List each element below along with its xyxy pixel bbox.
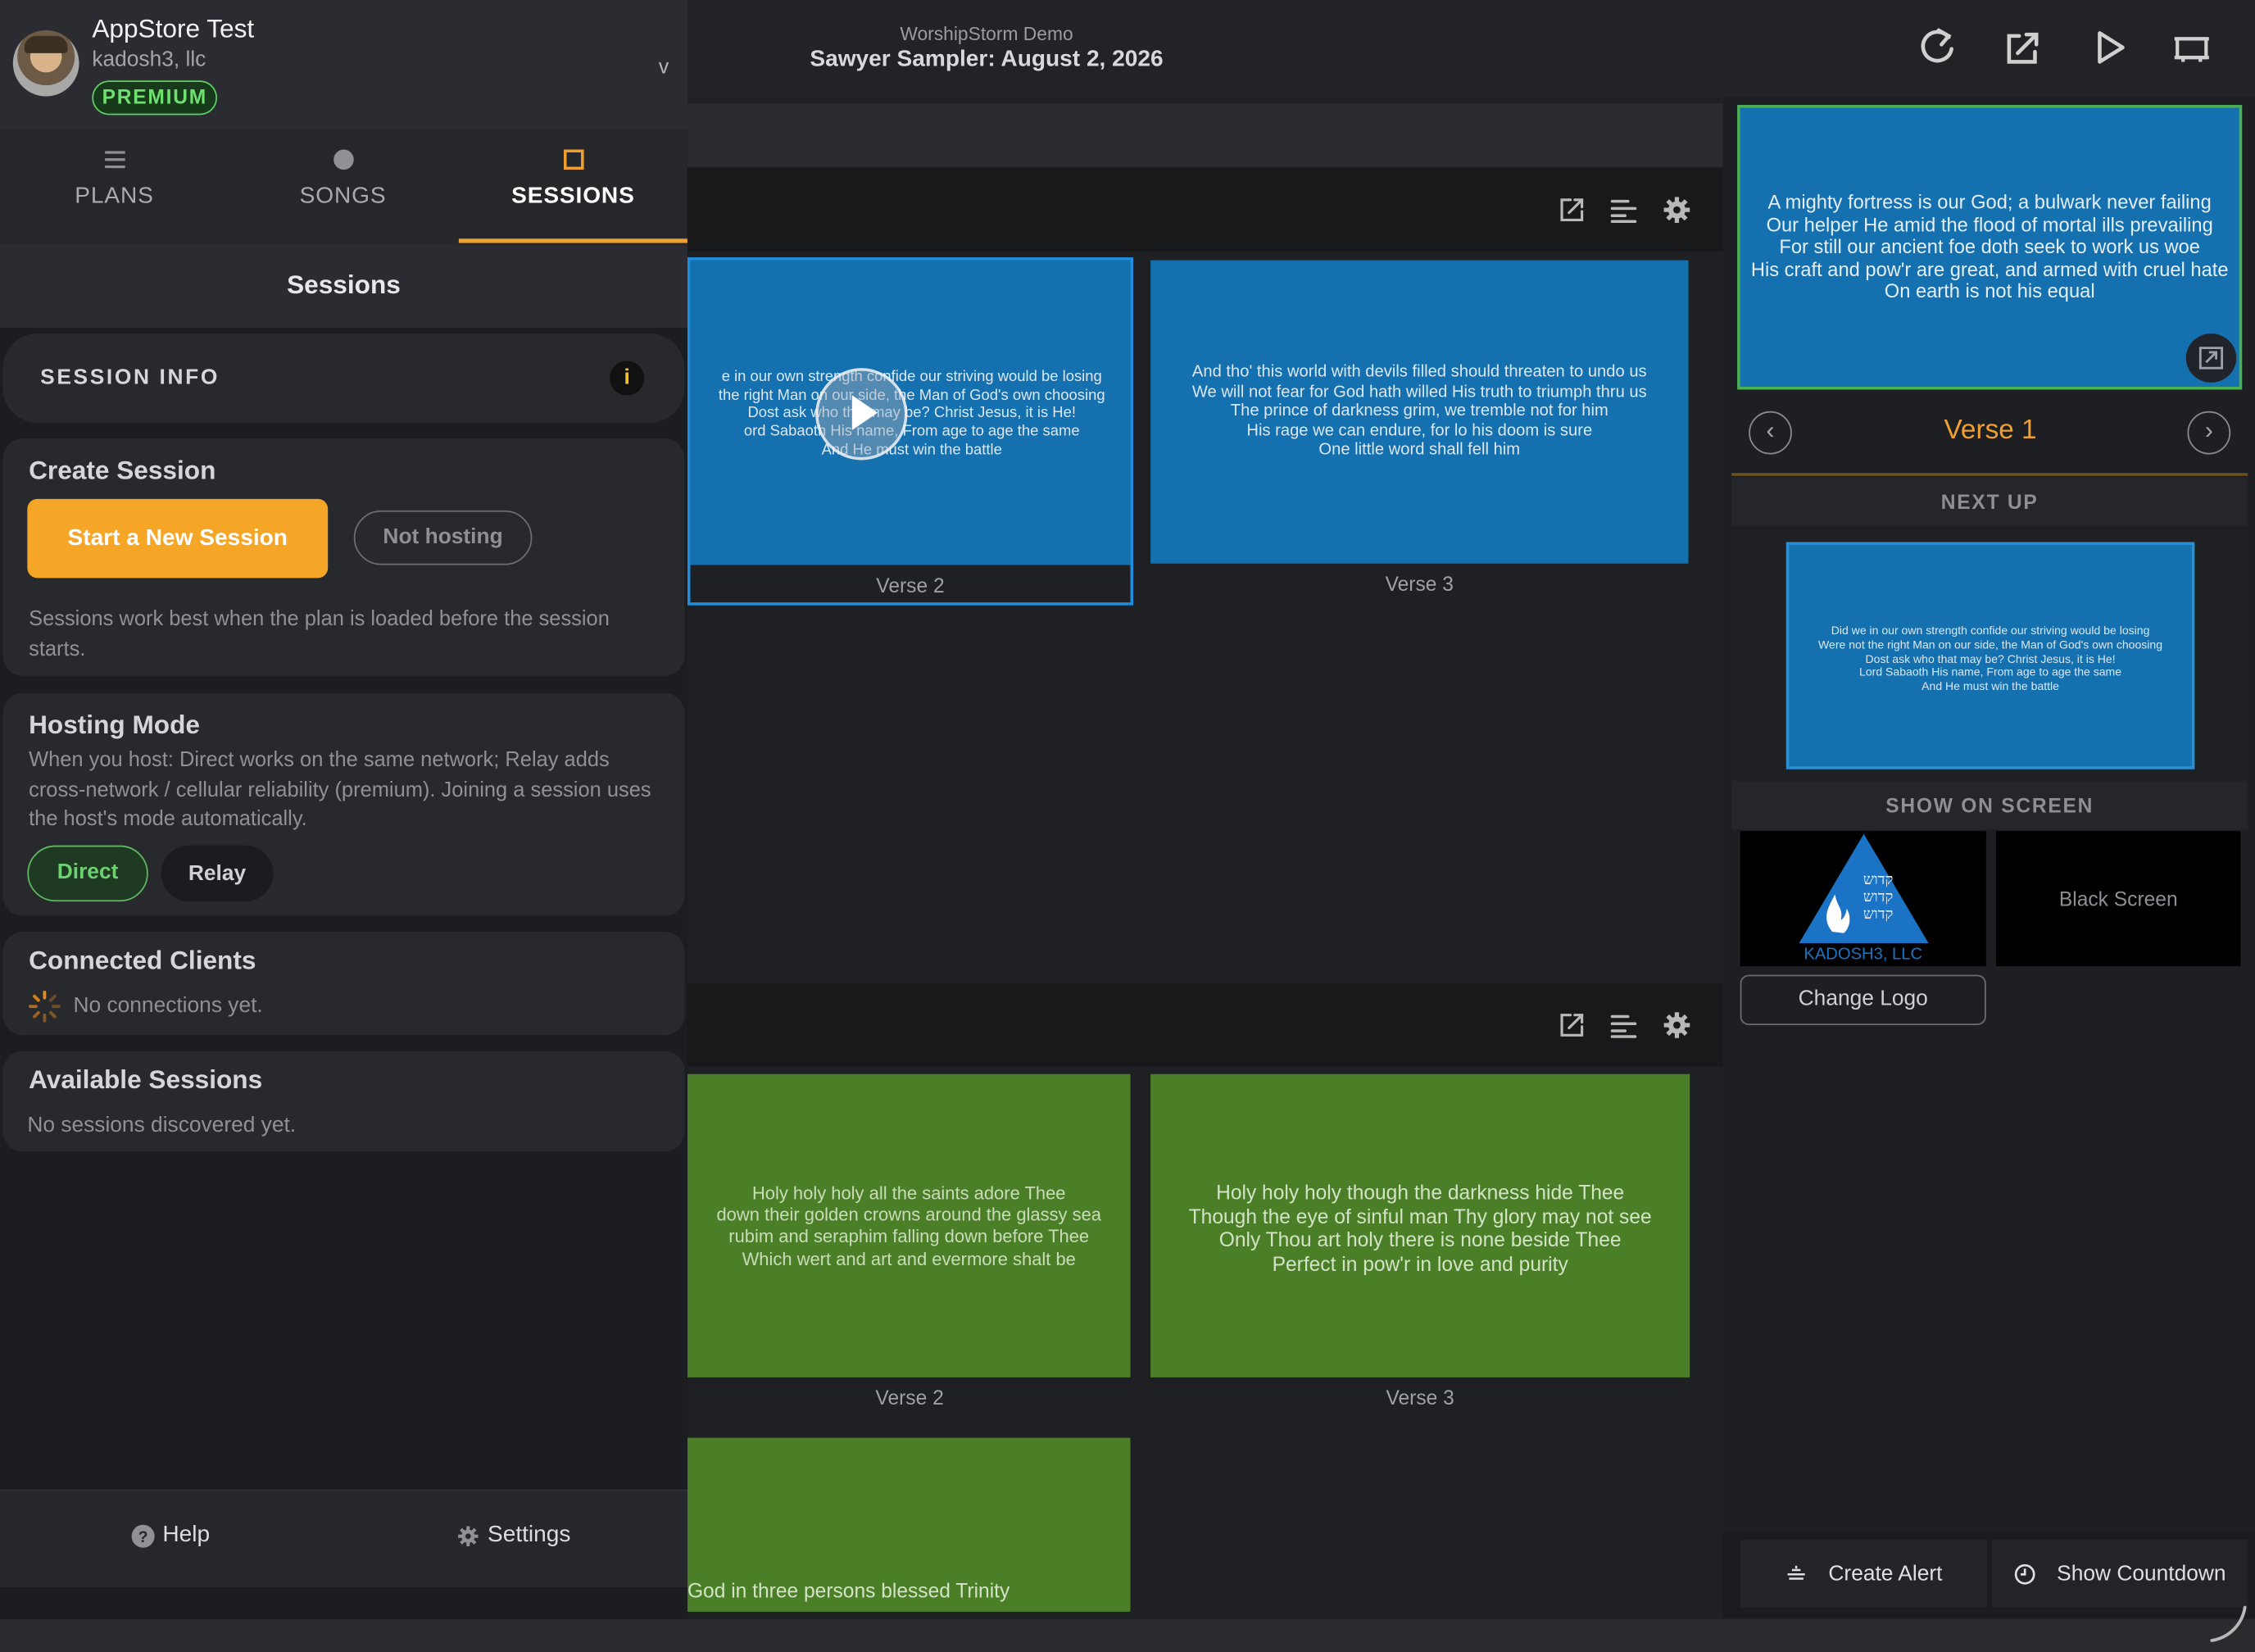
slide-card-selected[interactable]: e in our own strength confide our strivi… [687,257,1134,606]
logo-hebrew-text: קדוש קדוש קדוש [1863,871,1894,924]
play-overlay-icon[interactable] [815,368,908,461]
next-up-label: NEXT UP [1731,477,2248,527]
prev-slide-button[interactable]: ‹ [1749,411,1792,455]
svg-text:?: ? [138,1528,148,1545]
edit-song-icon[interactable] [1556,1010,1588,1042]
settings-label: Settings [487,1523,571,1547]
user-org: kadosh3, llc [92,47,206,72]
edit-external-icon[interactable] [1999,23,2045,72]
direct-mode-toggle[interactable]: Direct [27,845,148,902]
resize-handle-icon[interactable] [2206,1602,2249,1645]
expand-icon[interactable] [2185,334,2237,383]
tab-plans-label: PLANS [75,184,154,209]
help-label: Help [162,1523,211,1547]
tab-plans[interactable]: PLANS [0,129,229,244]
preview-lyrics: A mighty fortress is our God; a bulwark … [1750,191,2229,303]
no-sessions-text: No sessions discovered yet. [27,1113,297,1137]
logo-caption: KADOSH3, LLC [1804,946,1923,964]
refresh-icon[interactable] [1914,23,1960,72]
slide-caption: Verse 3 [1385,572,1454,596]
show-countdown-label: Show Countdown [2057,1561,2226,1586]
edit-song-icon[interactable] [1556,194,1588,226]
clock-icon [2015,1564,2035,1584]
slide-caption: Verse 2 [876,574,945,597]
slide-card[interactable]: God in three persons blessed Trinity [687,1437,1131,1612]
sidebar-tabs: PLANS SONGS SESSIONS [0,129,687,245]
hosting-status-badge: Not hosting [353,510,533,565]
slide-thumbnail: Holy holy holy all the saints adore Thee… [687,1073,1131,1377]
slide-card[interactable]: Holy holy holy all the saints adore Thee… [687,1073,1132,1421]
projector-icon[interactable] [2169,23,2215,72]
play-icon[interactable] [2087,23,2133,72]
show-countdown-button[interactable]: Show Countdown [1991,1540,2248,1608]
tab-sessions-label: SESSIONS [511,184,635,209]
slide-thumbnail: e in our own strength confide our strivi… [690,260,1131,565]
next-up-lyrics: Did we in our own strength confide our s… [1818,624,2163,694]
alert-icon [1788,1564,1806,1579]
square-icon [459,147,687,173]
slide-lyrics: Holy holy holy all the saints adore Thee… [716,1183,1101,1269]
sessions-title: Sessions [287,270,401,299]
slide-caption: Verse 3 [1386,1386,1454,1409]
sidebar-footer [0,1489,687,1588]
gear-icon [458,1525,479,1546]
account-chevron[interactable]: v [659,55,669,78]
tab-songs-label: SONGS [299,184,387,209]
no-connections-text: No connections yet. [73,993,263,1019]
premium-badge: PREMIUM [92,80,218,116]
connected-clients-card: Connected Clients [2,931,685,1036]
connected-clients-heading: Connected Clients [29,946,256,975]
app-window: WorshipStorm Demo Sawyer Sampler: August… [0,0,2255,1652]
slide-lyrics: God in three persons blessed Trinity [687,1578,1010,1602]
current-section-label: Verse 1 [1944,415,2037,446]
avatar [12,30,79,97]
help-icon: ? [131,1523,155,1547]
gear-icon[interactable] [1661,1010,1693,1042]
create-session-note: Sessions work best when the plan is load… [29,608,610,661]
slide-card[interactable]: Holy holy holy though the darkness hide … [1149,1073,1691,1421]
list-icon [0,147,229,173]
dot-icon [229,147,457,173]
content-toolbar [687,103,1723,167]
user-name: AppStore Test [92,14,255,43]
info-icon[interactable]: i [610,361,645,396]
active-tab-indicator [458,238,687,243]
create-alert-button[interactable]: Create Alert [1740,1540,1988,1608]
lyrics-icon[interactable] [1608,1010,1640,1042]
gear-icon[interactable] [1661,194,1693,226]
slide-card[interactable]: And tho' this world with devils filled s… [1149,258,1690,606]
slide-lyrics: e in our own strength confide our strivi… [718,368,1105,459]
slide-caption: Verse 2 [875,1386,944,1409]
logo-tile[interactable]: קדוש קדוש קדוש KADOSH3, LLC [1740,831,1986,967]
next-slide-button[interactable]: › [2187,411,2231,455]
black-screen-tile[interactable]: Black Screen [1996,831,2241,967]
show-on-screen-label: SHOW ON SCREEN [1731,780,2248,830]
slide-thumbnail: And tho' this world with devils filled s… [1150,260,1689,564]
tab-songs[interactable]: SONGS [229,129,457,244]
create-alert-label: Create Alert [1828,1561,1943,1586]
available-sessions-heading: Available Sessions [29,1065,263,1095]
hosting-mode-heading: Hosting Mode [29,710,200,739]
session-info-label: SESSION INFO [40,365,220,390]
create-session-heading: Create Session [29,456,216,485]
relay-mode-toggle[interactable]: Relay [161,845,274,902]
lyrics-icon[interactable] [1608,194,1640,226]
divider [1731,473,2248,476]
settings-button[interactable]: Settings [456,1523,570,1549]
slide-lyrics: Holy holy holy though the darkness hide … [1188,1180,1652,1275]
live-preview[interactable]: A mighty fortress is our God; a bulwark … [1737,105,2243,390]
slide-lyrics: And tho' this world with devils filled s… [1191,363,1647,460]
loading-spinner-icon [29,990,61,1023]
bottom-strip [0,1618,2255,1652]
tab-sessions[interactable]: SESSIONS [459,129,687,244]
help-button[interactable]: ? Help [131,1523,210,1549]
hosting-mode-description: When you host: Direct works on the same … [29,749,651,832]
start-session-button[interactable]: Start a New Session [27,498,329,579]
next-up-slide[interactable]: Did we in our own strength confide our s… [1785,542,2195,769]
plan-title: Sawyer Sampler: August 2, 2026 [810,47,1164,72]
app-subtitle: WorshipStorm Demo [900,23,1073,45]
change-logo-button[interactable]: Change Logo [1740,974,1986,1026]
slide-thumbnail: Holy holy holy though the darkness hide … [1150,1073,1690,1377]
